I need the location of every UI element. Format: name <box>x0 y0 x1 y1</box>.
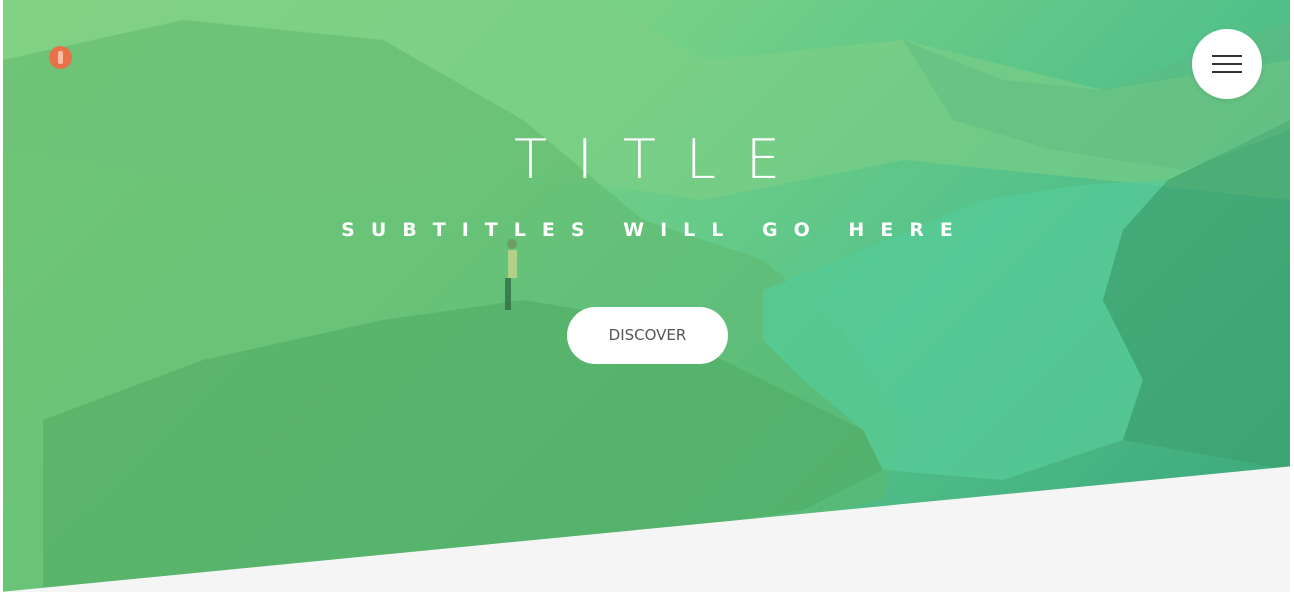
landing-page: TITLE SUBTITLES WILL GO HERE DISCOVER <box>0 0 1294 592</box>
logo-mark <box>58 51 63 64</box>
hamburger-menu-icon-line <box>1212 63 1242 65</box>
hero-background-image <box>3 0 1290 592</box>
menu-button[interactable] <box>1192 29 1262 99</box>
hero-subtitle: SUBTITLES WILL GO HERE <box>341 219 969 241</box>
page-right-border <box>1290 0 1294 592</box>
page-left-border <box>0 0 3 592</box>
hamburger-menu-icon-line <box>1212 55 1242 57</box>
hero-title: TITLE <box>513 128 811 191</box>
logo-icon[interactable] <box>49 46 72 69</box>
hamburger-menu-icon-line <box>1212 71 1242 73</box>
discover-button[interactable]: DISCOVER <box>567 307 728 364</box>
hero-section <box>3 0 1290 592</box>
